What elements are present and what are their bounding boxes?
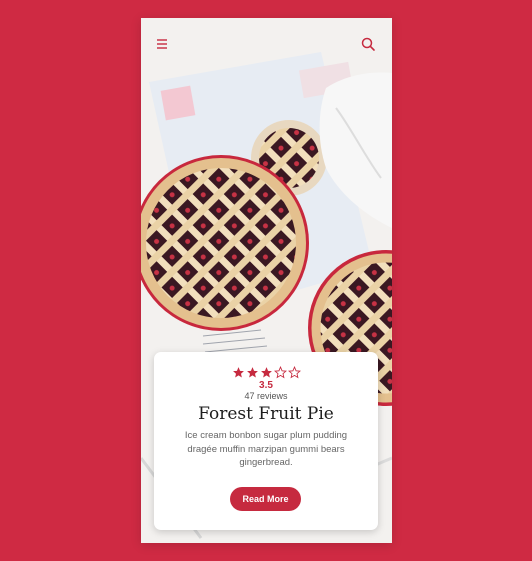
top-bar <box>141 18 392 66</box>
recipe-card: 3.5 47 reviews Forest Fruit Pie Ice crea… <box>154 352 378 530</box>
recipe-description: Ice cream bonbon sugar plum pudding drag… <box>184 430 348 468</box>
hamburger-menu-icon[interactable] <box>154 35 172 53</box>
phone-screen: 3.5 47 reviews Forest Fruit Pie Ice crea… <box>141 18 392 543</box>
recipe-title: Forest Fruit Pie <box>198 404 334 424</box>
search-icon[interactable] <box>359 35 377 53</box>
review-count: 47 reviews <box>244 391 288 401</box>
rating-value: 3.5 <box>259 380 273 391</box>
read-more-button[interactable]: Read More <box>230 487 301 511</box>
